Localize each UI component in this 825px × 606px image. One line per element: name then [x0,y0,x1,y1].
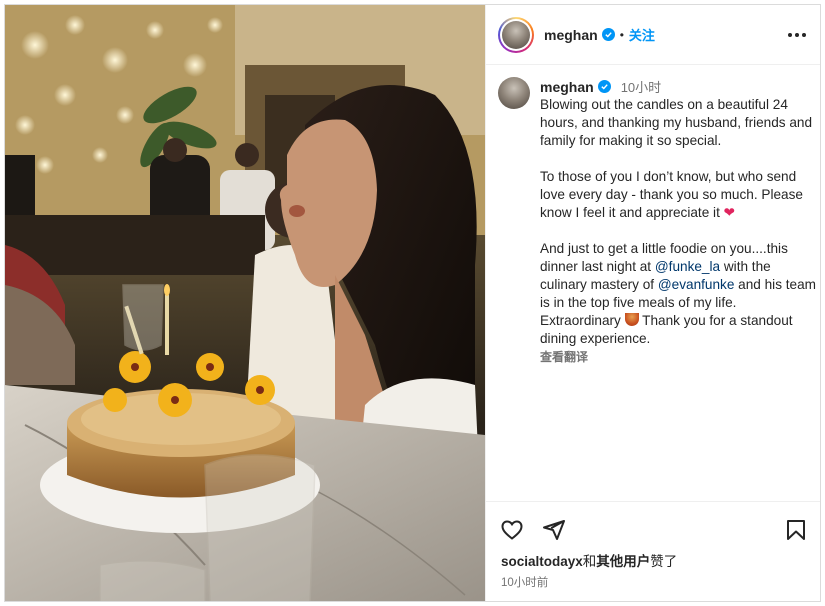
likes-connector: 和 [582,554,597,569]
paper-plane-icon[interactable] [542,518,566,547]
post-photo[interactable] [5,5,485,601]
liker-username[interactable]: socialtodayx [501,554,583,569]
more-options-icon[interactable] [785,23,809,47]
caption-avatar[interactable] [498,77,530,109]
birthday-photo-illustration [5,5,485,601]
verified-badge-icon [601,28,615,41]
bookmark-icon[interactable] [784,518,808,547]
likes-summary[interactable]: socialtodayx和其他用户赞了 [501,550,677,570]
mention-funke-la[interactable]: @funke_la [655,259,720,274]
see-translation-link[interactable]: 查看翻译 [540,348,816,365]
author-avatar[interactable] [498,16,534,53]
likes-suffix: 赞了 [650,554,678,569]
caption-paragraph-1: Blowing out the candles on a beautiful 2… [540,97,813,148]
follow-button[interactable]: 关注 [629,25,655,44]
separator-dot: • [619,27,624,42]
pasta-emoji-icon [624,313,639,326]
caption-paragraph-2-text: To those of you I don’t know, but who se… [540,169,803,220]
post-side-panel: meghan • 关注 meghan 10小时 Blowing out the … [485,5,820,601]
caption-time[interactable]: 10小时 [621,77,661,96]
heart-emoji-icon: ❤ [723,205,736,220]
mention-evanfunke[interactable]: @evanfunke [658,277,735,292]
post-caption: meghan 10小时 Blowing out the candles on a… [498,77,816,365]
caption-body: meghan 10小时 Blowing out the candles on a… [540,77,816,365]
other-likers[interactable]: 其他用户 [596,554,650,569]
verified-badge-icon [597,80,611,93]
author-username[interactable]: meghan [544,27,598,43]
caption-paragraph-3: And just to get a little foodie on you..… [540,240,816,348]
post-timestamp[interactable]: 10小时前 [501,574,548,590]
heart-icon[interactable] [500,518,524,547]
caption-username[interactable]: meghan [540,79,594,95]
instagram-post: meghan • 关注 meghan 10小时 Blowing out the … [4,4,821,602]
post-actions: socialtodayx和其他用户赞了 10小时前 [486,501,820,601]
caption-paragraph-2: To those of you I don’t know, but who se… [540,168,816,222]
post-header: meghan • 关注 [486,5,820,65]
